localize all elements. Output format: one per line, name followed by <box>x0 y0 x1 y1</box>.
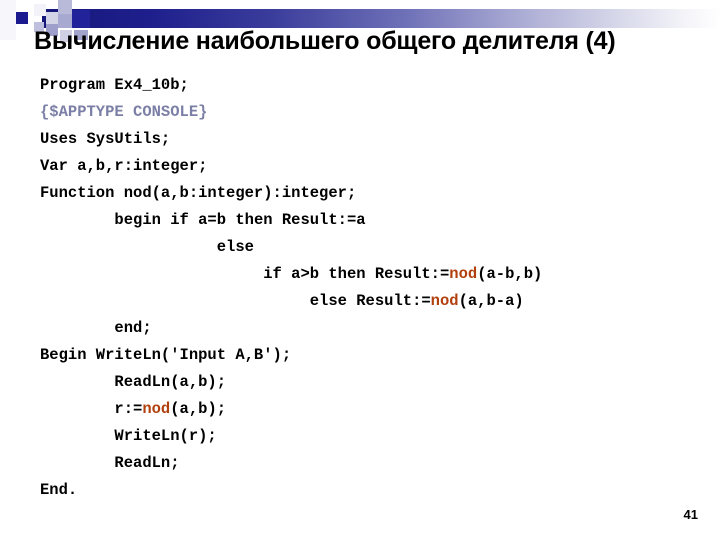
code-token-directive: {$APPTYPE CONSOLE} <box>40 103 208 121</box>
decoration-square <box>46 12 58 24</box>
code-token: (a,b); <box>170 400 227 418</box>
code-listing: Program Ex4_10b; {$APPTYPE CONSOLE} Uses S… <box>40 72 712 504</box>
decoration-square <box>58 0 72 14</box>
decoration-square <box>72 10 90 28</box>
code-token: Function nod(a,b:integer):integer; <box>40 184 357 202</box>
code-token: Var a,b,r:integer; <box>40 157 208 175</box>
code-token: WriteLn(r); <box>114 427 217 445</box>
decoration-square <box>58 14 72 28</box>
code-token: end; <box>114 319 152 337</box>
code-line: WriteLn(r); <box>40 423 712 450</box>
code-token: begin if a=b then Result:=a <box>114 211 366 229</box>
code-line: else Result:=nod(a,b-a) <box>40 288 712 315</box>
code-line: Uses SysUtils; <box>40 126 712 153</box>
code-token: else Result:= <box>309 292 431 310</box>
code-line: Var a,b,r:integer; <box>40 153 712 180</box>
code-line: end; <box>40 315 712 342</box>
decoration-square <box>16 12 28 24</box>
code-line: ReadLn(a,b); <box>40 369 712 396</box>
code-line: Begin WriteLn('Input A,B'); <box>40 342 712 369</box>
code-token: if a>b then Result:= <box>263 265 450 283</box>
code-token: r:= <box>114 400 143 418</box>
code-line: {$APPTYPE CONSOLE} <box>40 99 712 126</box>
slide-canvas: Вычисление наибольшего общего делителя (… <box>0 0 720 540</box>
code-line: End. <box>40 477 712 504</box>
code-token: End. <box>40 481 78 499</box>
code-line: else <box>40 234 712 261</box>
code-token: Uses SysUtils; <box>40 130 171 148</box>
code-line: ReadLn; <box>40 450 712 477</box>
code-line: if a>b then Result:=nod(a-b,b) <box>40 261 712 288</box>
code-line: Function nod(a,b:integer):integer; <box>40 180 712 207</box>
code-line: Program Ex4_10b; <box>40 72 712 99</box>
code-token-call: nod <box>142 400 171 418</box>
code-token: Program Ex4_10b; <box>40 76 189 94</box>
code-token: (a,b-a) <box>458 292 524 310</box>
page-number: 41 <box>683 507 698 522</box>
code-token-call: nod <box>449 265 478 283</box>
code-token: ReadLn; <box>114 454 180 472</box>
header-gradient-bar <box>42 9 720 28</box>
code-token-call: nod <box>430 292 459 310</box>
decoration-square <box>0 0 16 40</box>
code-token: else <box>216 238 254 256</box>
code-token: ReadLn(a,b); <box>114 373 227 391</box>
code-token: Begin WriteLn('Input A,B'); <box>40 346 292 364</box>
page-title: Вычисление наибольшего общего делителя (… <box>34 27 616 55</box>
decoration-square <box>34 4 46 16</box>
code-line: r:=nod(a,b); <box>40 396 712 423</box>
code-line: begin if a=b then Result:=a <box>40 207 712 234</box>
code-token: (a-b,b) <box>477 265 543 283</box>
